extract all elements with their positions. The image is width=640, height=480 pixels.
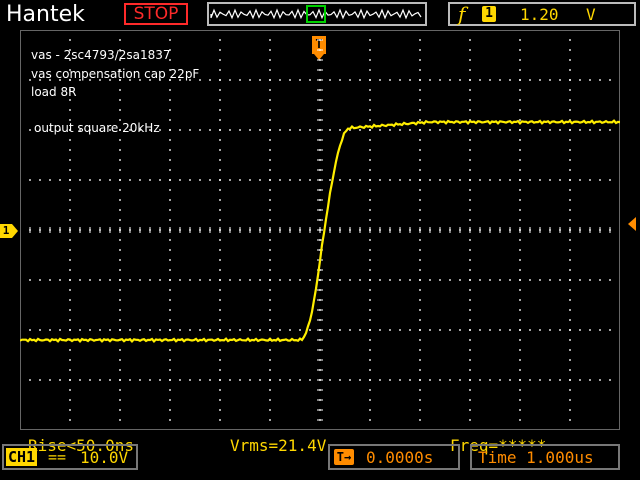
- memory-timeline[interactable]: [207, 2, 427, 26]
- trigger-edge-icon: f: [458, 2, 466, 26]
- brand-logo: Hantek: [6, 2, 85, 27]
- timebase-setting[interactable]: Time 1.000us: [470, 444, 620, 470]
- trigger-level: 1.20: [520, 5, 559, 24]
- note-line-2: vas compensation cap 22pF: [31, 67, 200, 81]
- volts-per-div: 10.0V: [80, 448, 129, 467]
- note-line-1: vas - 2sc4793/2sa1837: [31, 48, 171, 62]
- position-value: 0.0000s: [366, 448, 434, 467]
- ch1-ground-marker[interactable]: 1: [0, 224, 18, 238]
- channel-1-settings[interactable]: CH1 == 10.0V: [2, 444, 138, 470]
- graticule: [19, 29, 621, 431]
- note-line-3: load 8R: [31, 85, 77, 99]
- timeline-wave: [210, 5, 422, 23]
- trigger-status[interactable]: f 1 1.20 V: [448, 2, 636, 26]
- waveform-display[interactable]: vas - 2sc4793/2sa1837 vas compensation c…: [19, 29, 621, 455]
- horizontal-position[interactable]: T→ 0.0000s: [328, 444, 460, 470]
- trigger-level-marker[interactable]: [628, 217, 636, 231]
- coupling-icon: ==: [48, 448, 67, 466]
- bottom-bar: CH1 == 10.0V T→ 0.0000s Time 1.000us: [0, 440, 640, 480]
- trigger-channel-badge: 1: [482, 6, 496, 22]
- top-bar: Hantek STOP f 1 1.20 V: [0, 0, 640, 30]
- run-stop-button[interactable]: STOP: [124, 3, 188, 25]
- channel-tag: CH1: [6, 448, 38, 466]
- trigger-position-icon: T→: [334, 449, 354, 465]
- timeline-window[interactable]: [306, 5, 326, 23]
- timebase-value: Time 1.000us: [478, 448, 594, 467]
- trigger-unit: V: [586, 5, 596, 24]
- note-line-4: output square 20kHz: [34, 121, 160, 135]
